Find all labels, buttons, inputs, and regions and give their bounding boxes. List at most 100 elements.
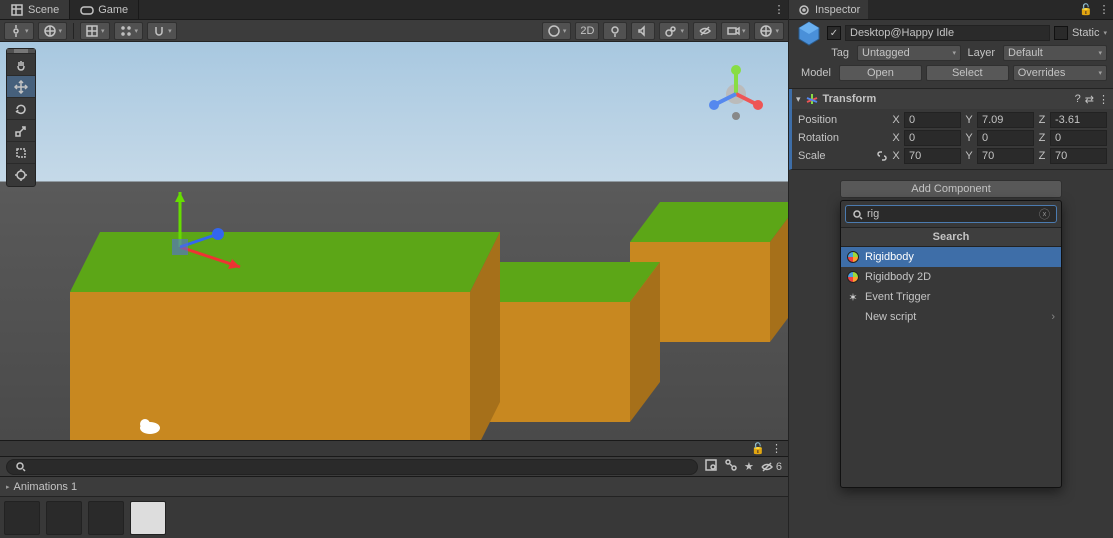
scene-viewport[interactable]	[0, 42, 788, 440]
component-menu-icon[interactable]: ⋮	[1098, 93, 1109, 106]
gameobject-name-field[interactable]: Desktop@Happy Idle	[845, 25, 1050, 41]
transform-title: Transform	[823, 93, 1071, 105]
model-label: Model	[795, 67, 835, 79]
static-label: Static	[1072, 27, 1100, 39]
animations-body	[0, 496, 788, 538]
scale-x-field[interactable]: 70	[904, 148, 961, 164]
hidden-toggle-btn[interactable]	[693, 22, 717, 40]
camera-btn[interactable]: ▾	[721, 22, 751, 40]
component-search-input[interactable]	[867, 208, 1035, 220]
animations-header[interactable]: ▸ Animations 1	[0, 476, 788, 496]
project-save-filter-btn[interactable]	[704, 458, 718, 475]
fx-toggle-btn[interactable]: ▾	[659, 22, 689, 40]
position-label: Position	[798, 114, 888, 126]
project-toolbar: ★ 6	[0, 456, 788, 476]
tab-game-label: Game	[98, 4, 128, 16]
gameobject-active-checkbox[interactable]	[827, 26, 841, 40]
audio-icon	[636, 24, 650, 38]
tab-inspector[interactable]: Inspector	[789, 0, 868, 19]
preset-icon[interactable]: ⇄	[1085, 93, 1094, 106]
eye-slash-icon	[698, 24, 712, 38]
2d-label: 2D	[580, 25, 594, 37]
fx-icon	[664, 24, 678, 38]
static-dropdown[interactable]: ▾	[1103, 29, 1107, 37]
2d-toggle-btn[interactable]: 2D	[575, 22, 599, 40]
anim-thumb[interactable]	[130, 501, 166, 535]
result-label: New script	[865, 311, 916, 323]
inspector-tab-bar: Inspector 🔓 ⋮	[789, 0, 1113, 20]
snap-toggle-btn[interactable]: ▾	[114, 22, 144, 40]
component-search-field[interactable]: ⓧ	[845, 205, 1057, 223]
model-open-btn[interactable]: Open	[839, 65, 922, 81]
scale-link-icon[interactable]	[876, 150, 888, 162]
project-search[interactable]	[6, 459, 698, 475]
component-result-event-trigger[interactable]: ✶ Event Trigger	[841, 287, 1061, 307]
position-z-field[interactable]: -3.61	[1050, 112, 1107, 128]
grid-visibility-btn[interactable]: ▾	[80, 22, 110, 40]
tab-scene[interactable]: Scene	[0, 0, 70, 19]
position-y-field[interactable]: 7.09	[977, 112, 1034, 128]
result-label: Event Trigger	[865, 291, 930, 303]
inspector-menu-btn[interactable]: ⋮	[1095, 0, 1113, 19]
component-result-new-script[interactable]: New script ›	[841, 307, 1061, 327]
tab-game[interactable]: Game	[70, 0, 139, 19]
model-select-btn[interactable]: Select	[926, 65, 1009, 81]
project-fav-filter-btn[interactable]: ★	[744, 460, 754, 473]
tag-dropdown[interactable]: Untagged▾	[857, 45, 961, 61]
scene-footer-bar: 🔓 ⋮	[0, 440, 788, 456]
layer-label: Layer	[965, 47, 999, 59]
project-hierarchy-filter-btn[interactable]	[724, 458, 738, 475]
clear-search-icon[interactable]: ⓧ	[1039, 206, 1050, 222]
transform-icon	[805, 92, 819, 106]
magnet-icon	[152, 24, 166, 38]
layer-dropdown[interactable]: Default▾	[1003, 45, 1107, 61]
draw-mode-btn[interactable]: ▾	[542, 22, 572, 40]
snap-increment-btn[interactable]: ▾	[147, 22, 177, 40]
scene-toolbar: ▾ ▾ ▾ ▾ ▾ ▾ 2D ▾ ▾ ▾	[0, 20, 788, 42]
chevron-right-icon: ›	[1051, 311, 1055, 323]
tab-scene-label: Scene	[28, 4, 59, 16]
handle-rotation-btn[interactable]: ▾	[38, 22, 68, 40]
component-result-rigidbody[interactable]: Rigidbody	[841, 247, 1061, 267]
transform-component: ▾ Transform ? ⇄ ⋮ Position X0 Y7.09 Z-3.…	[789, 89, 1113, 170]
transform-header[interactable]: ▾ Transform ? ⇄ ⋮	[792, 89, 1113, 109]
rotation-x-field[interactable]: 0	[904, 130, 961, 146]
lighting-toggle-btn[interactable]	[603, 22, 627, 40]
result-label: Rigidbody	[865, 251, 914, 263]
add-component-label: Add Component	[911, 183, 991, 195]
scale-label: Scale	[798, 150, 826, 162]
rotation-z-field[interactable]: 0	[1050, 130, 1107, 146]
camera-icon	[726, 24, 740, 38]
scene-tab-menu[interactable]: ⋮	[770, 0, 788, 19]
gizmos-btn[interactable]: ▾	[754, 22, 784, 40]
hidden-count: 6	[760, 460, 782, 474]
physics-icon	[847, 251, 859, 263]
scale-y-field[interactable]: 70	[977, 148, 1034, 164]
model-overrides-dropdown[interactable]: Overrides▾	[1013, 65, 1107, 81]
anim-thumb[interactable]	[4, 501, 40, 535]
animations-fold-icon: ▸	[6, 483, 10, 491]
help-icon[interactable]: ?	[1075, 93, 1081, 106]
inspector-lock-btn[interactable]: 🔓	[1077, 0, 1095, 19]
fold-icon: ▾	[796, 94, 801, 105]
tag-label: Tag	[827, 47, 853, 59]
search-icon	[852, 209, 863, 220]
lock-icon[interactable]: 🔓	[751, 442, 765, 455]
component-result-rigidbody2d[interactable]: Rigidbody 2D	[841, 267, 1061, 287]
add-component-button[interactable]: Add Component	[840, 180, 1062, 198]
scene-tab-bar: Scene Game ⋮	[0, 0, 788, 20]
scene-footer-menu[interactable]: ⋮	[771, 442, 782, 455]
hierarchy-icon	[724, 458, 738, 472]
rotation-y-field[interactable]: 0	[977, 130, 1034, 146]
anim-thumb[interactable]	[88, 501, 124, 535]
hidden-count-value: 6	[776, 461, 782, 473]
snap-icon	[119, 24, 133, 38]
add-component-popup: ⓧ Search Rigidbody Rigidbody 2D ✶	[840, 200, 1062, 488]
audio-toggle-btn[interactable]	[631, 22, 655, 40]
orientation-gizmo[interactable]	[704, 62, 768, 126]
pivot-mode-btn[interactable]: ▾	[4, 22, 34, 40]
static-checkbox[interactable]	[1054, 26, 1068, 40]
position-x-field[interactable]: 0	[904, 112, 961, 128]
anim-thumb[interactable]	[46, 501, 82, 535]
scale-z-field[interactable]: 70	[1050, 148, 1107, 164]
